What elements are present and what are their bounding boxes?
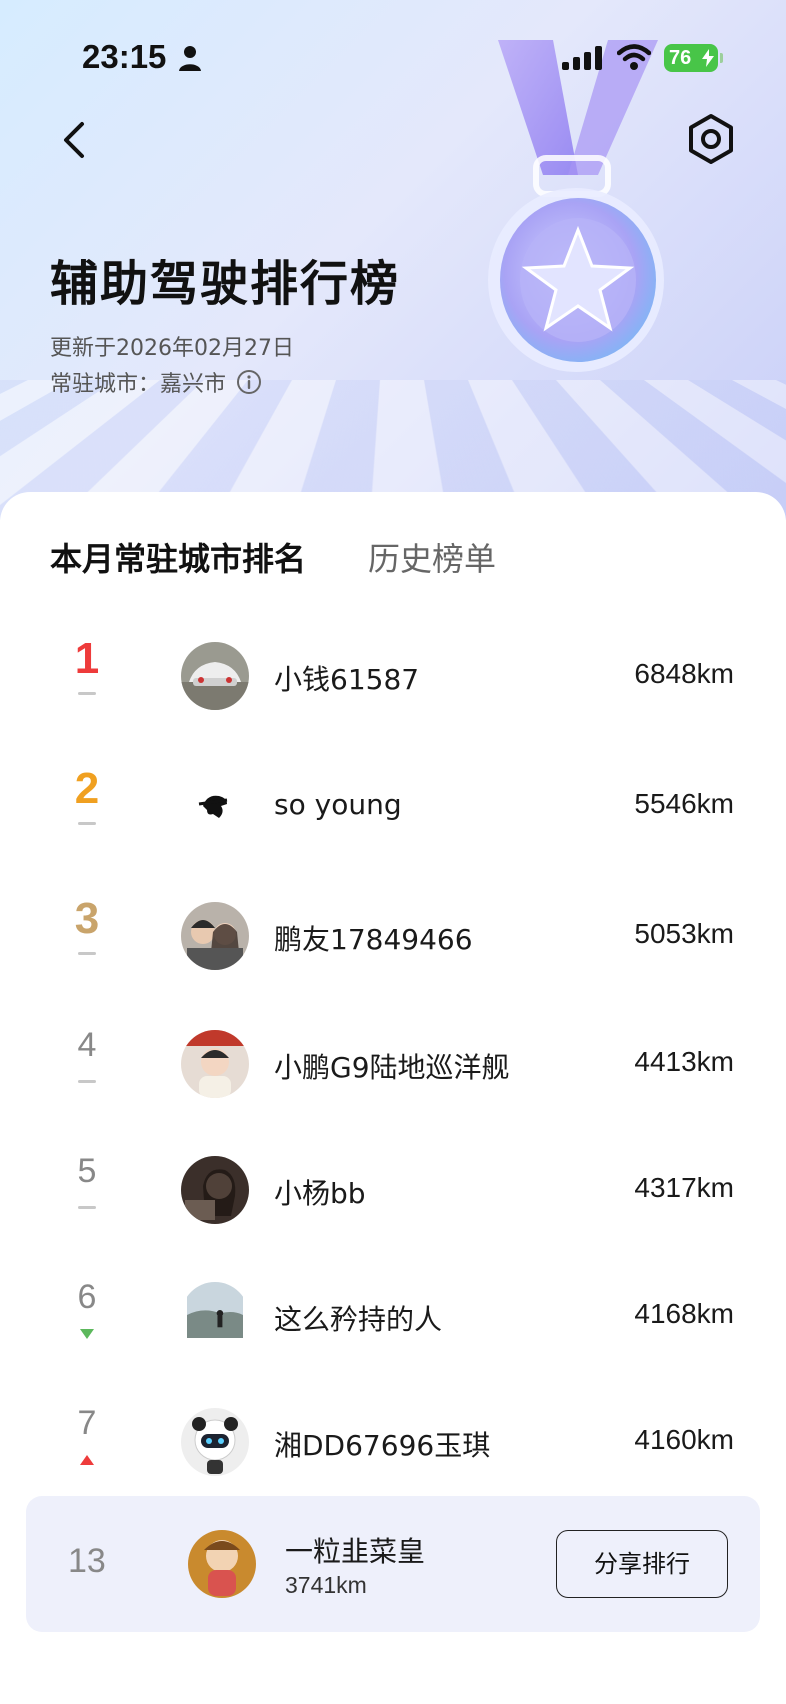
my-ranking-bar: 13 一粒韭菜皇 3741km 分享排行 bbox=[26, 1496, 760, 1632]
city-label: 常驻城市： bbox=[50, 372, 161, 397]
rank-number: 1 bbox=[74, 634, 100, 683]
avatar bbox=[181, 772, 249, 840]
trend-flat-icon bbox=[78, 688, 96, 700]
person-icon bbox=[179, 46, 201, 71]
settings-button[interactable] bbox=[684, 112, 738, 166]
avatar bbox=[181, 642, 249, 710]
username: 小杨bb bbox=[274, 1177, 366, 1210]
rank-number: 6 bbox=[77, 1278, 97, 1316]
ranking-row-2[interactable]: 2 so young 5546km bbox=[0, 764, 786, 848]
distance: 4168km bbox=[634, 1298, 734, 1329]
ranking-row-3[interactable]: 3 鹏友17849466 5053km bbox=[0, 894, 786, 978]
my-username: 一粒韭菜皇 bbox=[285, 1535, 426, 1568]
ranking-row-6[interactable]: 6 这么矜持的人 4168km bbox=[0, 1278, 786, 1358]
distance: 5546km bbox=[634, 788, 734, 819]
rank-number: 4 bbox=[77, 1026, 97, 1064]
trend-flat-icon bbox=[78, 948, 96, 960]
avatar bbox=[181, 902, 249, 970]
distance: 5053km bbox=[634, 918, 734, 949]
trend-flat-icon bbox=[78, 1076, 96, 1088]
my-distance: 3741km bbox=[285, 1572, 367, 1598]
rank-number: 7 bbox=[77, 1404, 97, 1442]
username: 这么矜持的人 bbox=[274, 1303, 443, 1336]
battery-indicator: 76 bbox=[664, 44, 723, 72]
tab-monthly-city[interactable]: 本月常驻城市排名 bbox=[50, 534, 306, 580]
avatar bbox=[181, 1030, 249, 1098]
username: 鹏友17849466 bbox=[274, 923, 473, 956]
ranking-row-1[interactable]: 1 小钱61587 6848km bbox=[0, 634, 786, 718]
city-value: 嘉兴市 bbox=[160, 372, 227, 397]
hero-banner: 23:15 76 辅助驾驶排行榜 更新于2026年02月27日 常驻城市： 嘉兴… bbox=[0, 0, 786, 520]
page-title: 辅助驾驶排行榜 bbox=[50, 256, 401, 312]
ranking-row-4[interactable]: 4 小鹏G9陆地巡洋舰 4413km bbox=[0, 1026, 786, 1106]
distance: 4160km bbox=[634, 1424, 734, 1455]
username: 小钱61587 bbox=[274, 663, 420, 696]
charging-bolt-icon bbox=[702, 49, 714, 67]
trend-flat-icon bbox=[78, 1202, 96, 1214]
tab-history[interactable]: 历史榜单 bbox=[368, 534, 496, 580]
back-button[interactable] bbox=[56, 116, 96, 164]
rank-number: 5 bbox=[77, 1152, 97, 1190]
trend-up-icon bbox=[80, 1455, 94, 1465]
my-avatar bbox=[188, 1530, 256, 1598]
wifi-icon bbox=[617, 44, 651, 70]
username: 小鹏G9陆地巡洋舰 bbox=[274, 1051, 510, 1084]
trend-flat-icon bbox=[78, 818, 96, 830]
avatar bbox=[181, 1408, 249, 1476]
share-ranking-button[interactable]: 分享排行 bbox=[556, 1530, 728, 1598]
battery-level: 76 bbox=[669, 47, 692, 69]
city-row: 常驻城市： 嘉兴市 bbox=[50, 366, 262, 398]
username: so young bbox=[274, 788, 402, 821]
signal-icon bbox=[562, 46, 602, 70]
status-bar: 23:15 76 bbox=[0, 0, 786, 120]
ranking-row-7[interactable]: 7 湘DD67696玉琪 4160km bbox=[0, 1404, 786, 1484]
updated-date: 更新于2026年02月27日 bbox=[50, 336, 294, 361]
distance: 4413km bbox=[634, 1046, 734, 1077]
rank-number: 3 bbox=[74, 894, 100, 943]
distance: 6848km bbox=[634, 658, 734, 689]
clock: 23:15 bbox=[82, 38, 167, 75]
distance: 4317km bbox=[634, 1172, 734, 1203]
my-rank-number: 13 bbox=[68, 1542, 106, 1580]
trend-down-icon bbox=[80, 1329, 94, 1339]
username: 湘DD67696玉琪 bbox=[274, 1429, 491, 1462]
avatar bbox=[187, 1282, 243, 1338]
info-icon[interactable] bbox=[236, 369, 262, 395]
rank-number: 2 bbox=[74, 764, 100, 813]
avatar bbox=[181, 1156, 249, 1224]
ranking-row-5[interactable]: 5 小杨bb 4317km bbox=[0, 1152, 786, 1232]
